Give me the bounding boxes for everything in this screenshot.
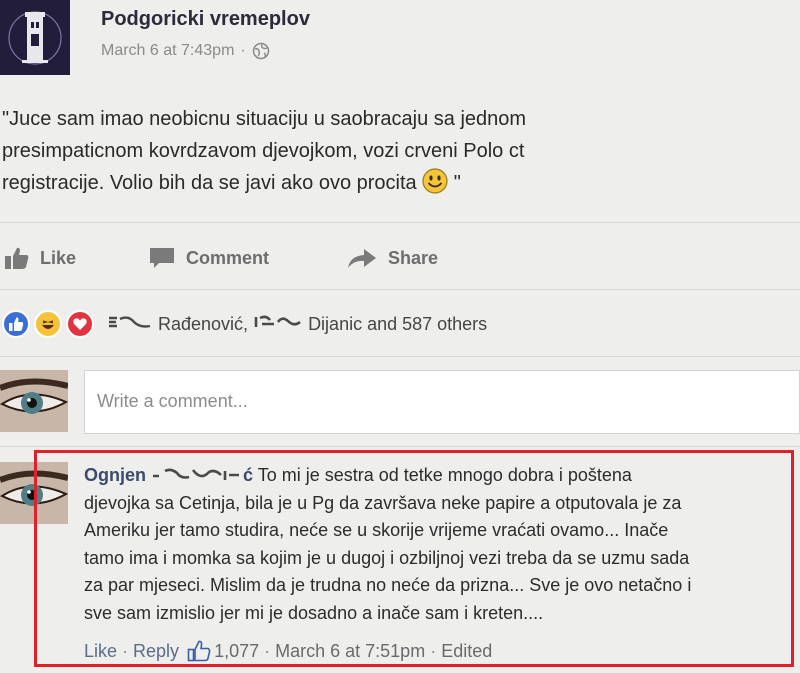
commenter-name-suffix: ć <box>243 465 254 485</box>
globe-icon[interactable] <box>252 42 270 60</box>
page-avatar[interactable] <box>0 0 70 75</box>
separator: · <box>122 640 129 661</box>
edited-label[interactable]: Edited <box>441 641 492 662</box>
share-button-label: Share <box>388 247 439 268</box>
comment-text: To mi je sestra od tetke mnogo dobra i p… <box>257 465 632 485</box>
post-meta: March 6 at 7:43pm · <box>101 42 270 60</box>
comment-text: Ameriku jer tamo studira, neće se u skor… <box>84 520 669 540</box>
commenter-name[interactable]: Ognjen <box>84 465 146 485</box>
eye-avatar-icon <box>0 370 68 432</box>
comment-reply-link[interactable]: Reply <box>133 641 179 662</box>
reactor-name-2[interactable]: Dijanic and 587 others <box>308 314 487 335</box>
love-icon <box>66 310 94 338</box>
post-timestamp[interactable]: March 6 at 7:43pm <box>101 42 234 60</box>
comment-actions: Like · Reply 1,077 · March 6 at 7:51pm ·… <box>84 638 492 664</box>
share-arrow-icon <box>348 249 376 268</box>
comment-like-link[interactable]: Like <box>84 641 117 662</box>
comment-text: sve sam izmislio jer mi je dosadno a ina… <box>84 602 544 623</box>
tower-logo-icon <box>0 0 70 75</box>
like-button[interactable]: Like <box>4 240 76 276</box>
post-text-line: "Juce sam imao neobicnu situaciju u saob… <box>2 108 527 130</box>
post-action-bar: Like Comment Share <box>0 240 800 276</box>
post-text-line: registracije. Volio bih da se javi ako o… <box>2 172 417 194</box>
comment-first-line: Ognjen ć To mi je sestra od tetke mnogo … <box>84 462 794 490</box>
redacted-name-scribble <box>108 314 152 335</box>
comment-button-label: Comment <box>186 247 270 268</box>
post-header: Podgoricki vremeplov March 6 at 7:43pm · <box>0 0 800 90</box>
divider <box>0 222 800 223</box>
post-text-closing-quote: " <box>448 172 461 194</box>
comment-input-box[interactable] <box>84 370 800 434</box>
comment-like-count[interactable]: 1,077 <box>187 640 259 662</box>
comment-body: Ognjen ć To mi je sestra od tetke mnogo … <box>84 462 794 627</box>
thumbs-up-outline-icon <box>187 640 211 662</box>
reactor-name-1[interactable]: Rađenović, <box>158 314 248 335</box>
meta-separator: · <box>240 42 246 59</box>
eye-avatar-icon <box>0 462 68 524</box>
share-button[interactable]: Share <box>346 240 438 276</box>
reactors-text: Rađenović, Dijanic and 587 others <box>108 314 487 335</box>
reactions-summary[interactable]: Rađenović, Dijanic and 587 others <box>0 304 800 344</box>
write-comment-input[interactable] <box>85 371 777 431</box>
haha-icon <box>34 310 62 338</box>
divider <box>0 446 800 447</box>
post-text-line: presimpaticnom kovrdzavom djevojkom, voz… <box>2 140 525 162</box>
smiley-emoji-icon <box>422 168 448 204</box>
separator: · <box>264 640 271 661</box>
like-icon <box>2 310 30 338</box>
like-button-label: Like <box>40 247 77 268</box>
comment-text: tamo ima i momka sa kojim je u dugoj i o… <box>84 547 690 568</box>
post-text-line-last: registracije. Volio bih da se javi ako o… <box>2 167 782 204</box>
redacted-name-scribble <box>254 314 302 335</box>
commenter-avatar[interactable] <box>0 462 68 524</box>
thumbs-up-icon <box>5 247 29 269</box>
current-user-avatar[interactable] <box>0 370 68 432</box>
comment-timestamp[interactable]: March 6 at 7:51pm <box>275 641 425 662</box>
comment-bubble-icon <box>150 248 174 268</box>
post-text: "Juce sam imao neobicnu situaciju u saob… <box>2 103 782 204</box>
separator: · <box>430 640 437 661</box>
divider <box>0 289 800 290</box>
comment-button[interactable]: Comment <box>148 240 269 276</box>
redacted-surname-scribble <box>151 462 243 490</box>
comment-text: djevojka sa Cetinja, bila je u Pg da zav… <box>84 492 682 513</box>
page-name[interactable]: Podgoricki vremeplov <box>101 8 310 31</box>
divider <box>0 356 800 357</box>
reaction-icons <box>0 306 108 342</box>
comment-text: za par mjeseci. Mislim da je trudna no n… <box>84 575 692 595</box>
like-count-value: 1,077 <box>214 640 260 661</box>
